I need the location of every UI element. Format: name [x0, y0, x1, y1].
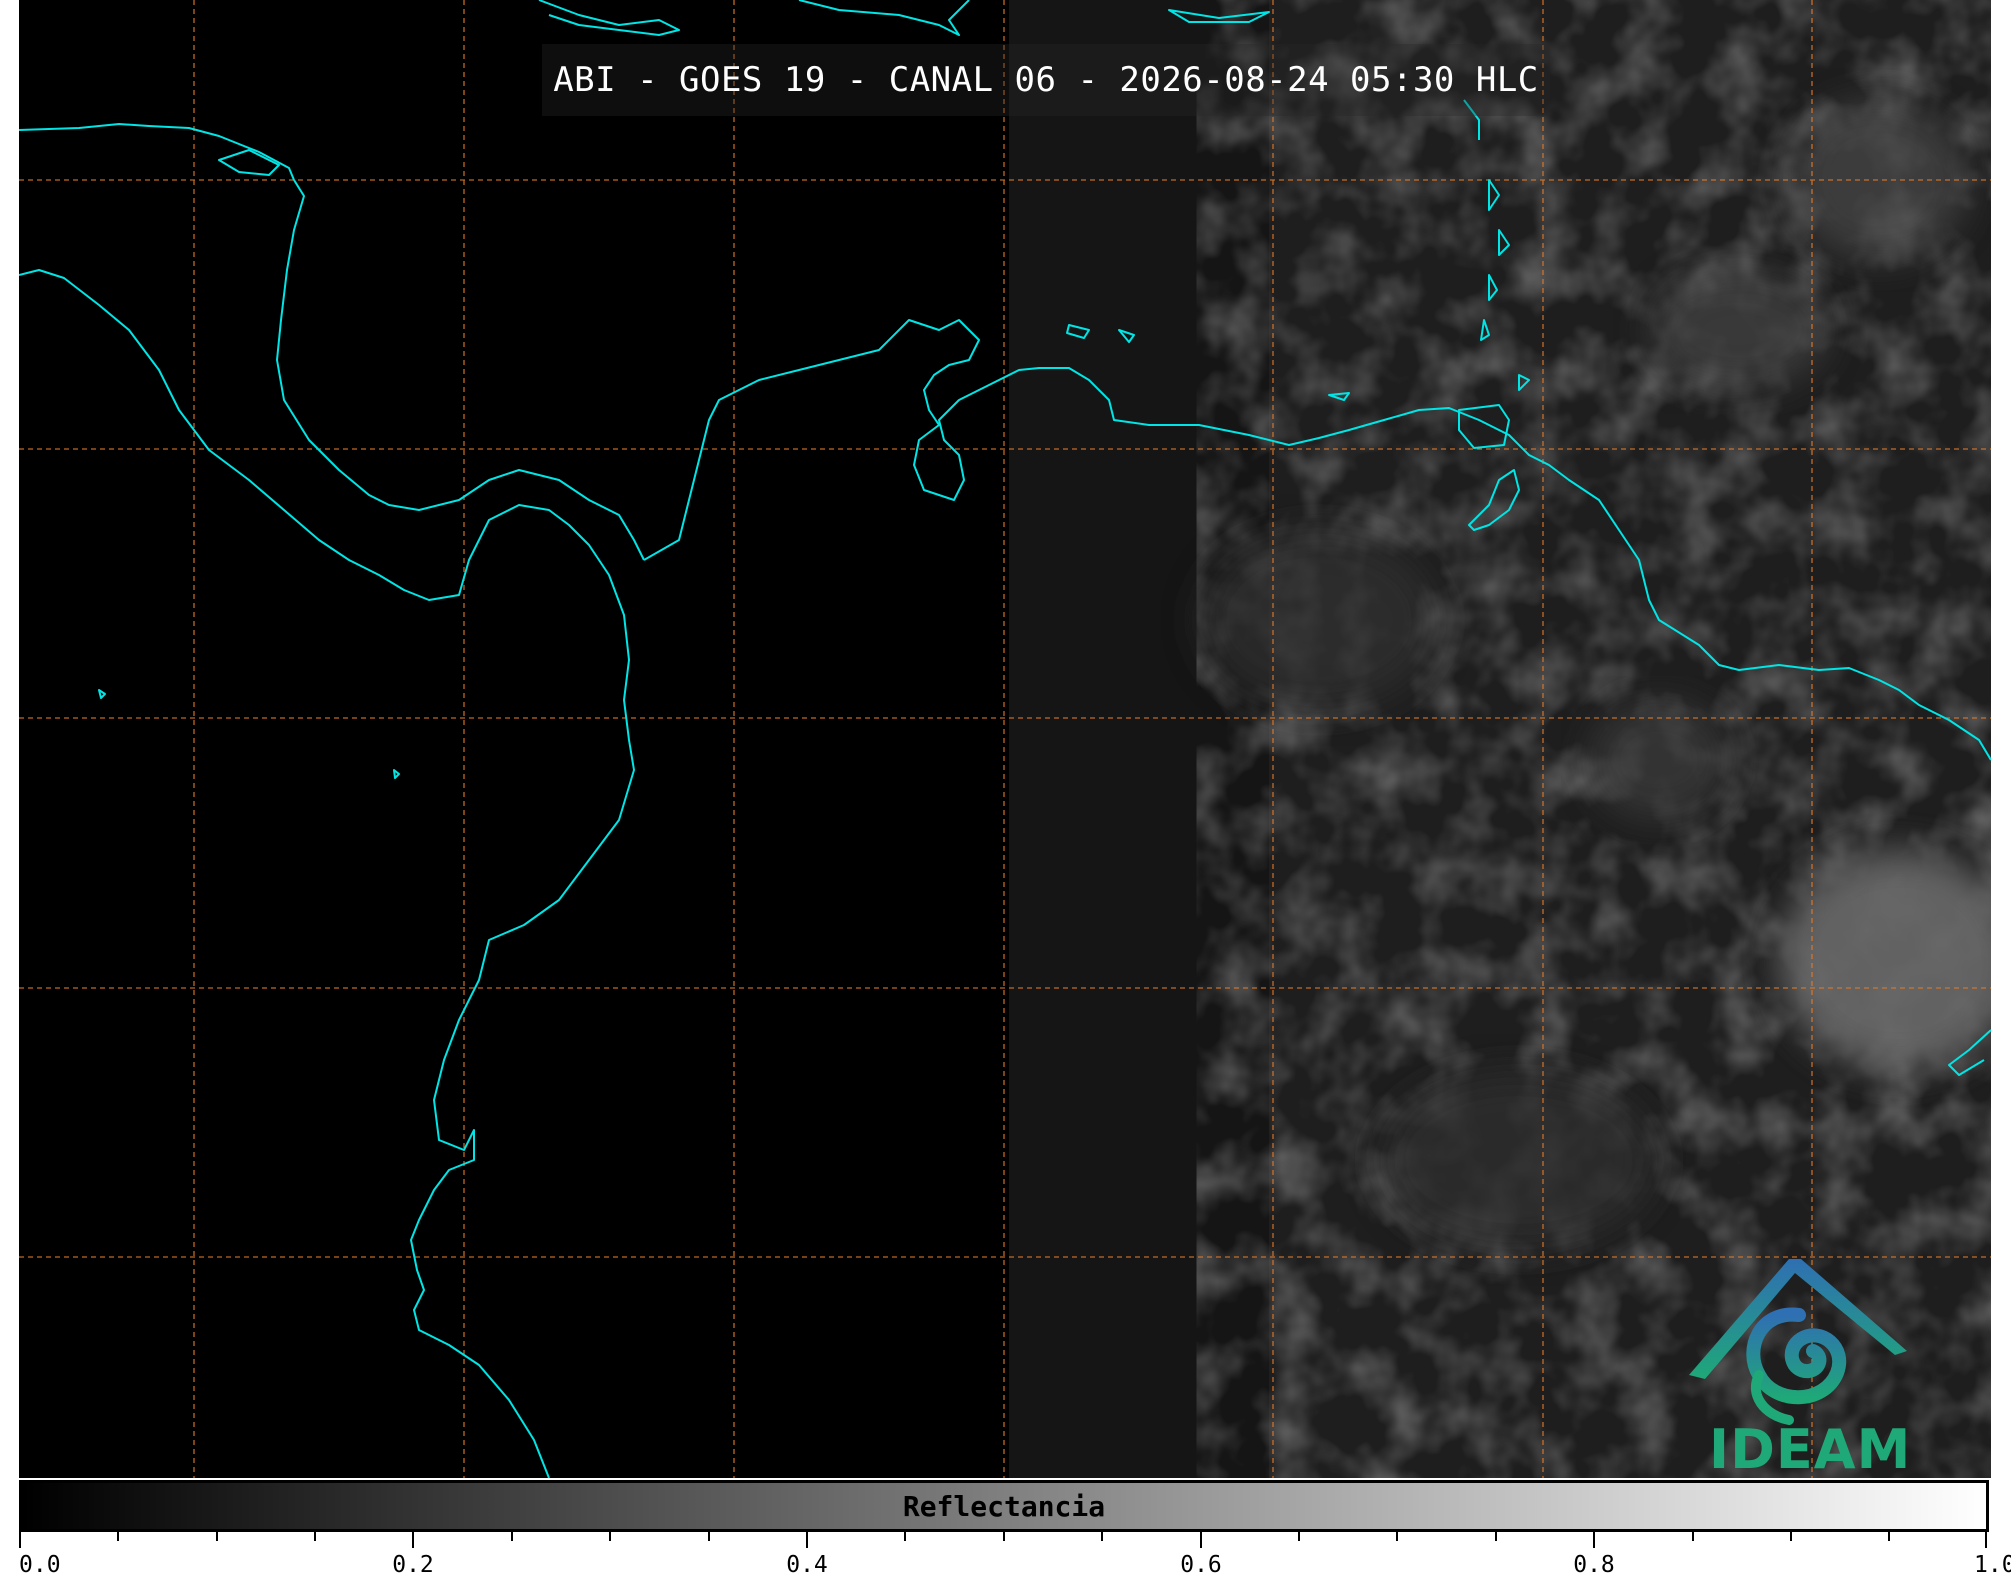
colorbar-tick-minor — [511, 1532, 513, 1541]
coastline-central-america-pacific — [19, 269, 635, 1478]
colorbar-tick-minor — [314, 1532, 316, 1541]
island — [393, 769, 400, 779]
colorbar-tick-minor — [1790, 1532, 1792, 1541]
coastline-central-america-caribbean — [276, 179, 645, 561]
colorbar-axis: 0.0 0.2 0.4 0.6 0.8 1.0 — [19, 1532, 2011, 1578]
satellite-map: ABI - GOES 19 - CANAL 06 - 2026-08-24 05… — [19, 0, 1991, 1478]
colorbar-tick — [806, 1532, 808, 1548]
colorbar-tick — [19, 1532, 21, 1548]
ideam-logo-text: IDEAM — [1709, 1418, 1912, 1478]
colorbar-tick-minor — [1888, 1532, 1890, 1541]
colorbar-tick — [1200, 1532, 1202, 1548]
colorbar-tick-label: 0.4 — [786, 1552, 828, 1578]
island — [98, 689, 106, 699]
colorbar-label: Reflectancia — [902, 1489, 1106, 1523]
coastline-gulf-honduras — [218, 149, 280, 176]
colorbar-tick-minor — [1692, 1532, 1694, 1541]
colorbar-tick-minor — [609, 1532, 611, 1541]
coastline-cuba — [538, 0, 680, 36]
colorbar-tick-label: 0.2 — [392, 1552, 434, 1578]
coastline-hispaniola — [798, 0, 970, 36]
colorbar-tick — [1593, 1532, 1595, 1548]
ideam-mountain-spiral-icon — [1689, 1259, 1907, 1425]
colorbar-tick-label: 1.0 — [1974, 1552, 2011, 1578]
colorbar-tick — [412, 1532, 414, 1548]
colorbar-tick — [1985, 1532, 1987, 1548]
colorbar-tick-minor — [216, 1532, 218, 1541]
title-banner: ABI - GOES 19 - CANAL 06 - 2026-08-24 05… — [542, 44, 1550, 116]
colorbar: Reflectancia — [19, 1480, 1989, 1532]
colorbar-tick-minor — [1495, 1532, 1497, 1541]
colorbar-tick-minor — [1003, 1532, 1005, 1541]
colorbar-tick-label: 0.6 — [1180, 1552, 1222, 1578]
colorbar-tick-minor — [1298, 1532, 1300, 1541]
colorbar-tick-minor — [1396, 1532, 1398, 1541]
ideam-logo: IDEAM — [1689, 1255, 1910, 1478]
colorbar-tick-minor — [117, 1532, 119, 1541]
colorbar-tick-minor — [708, 1532, 710, 1541]
colorbar-tick-minor — [904, 1532, 906, 1541]
colorbar-tick-label: 0.8 — [1573, 1552, 1615, 1578]
colorbar-tick-label: 0.0 — [19, 1552, 61, 1578]
map-title: ABI - GOES 19 - CANAL 06 - 2026-08-24 05… — [553, 60, 1539, 100]
colorbar-tick-minor — [1101, 1532, 1103, 1541]
